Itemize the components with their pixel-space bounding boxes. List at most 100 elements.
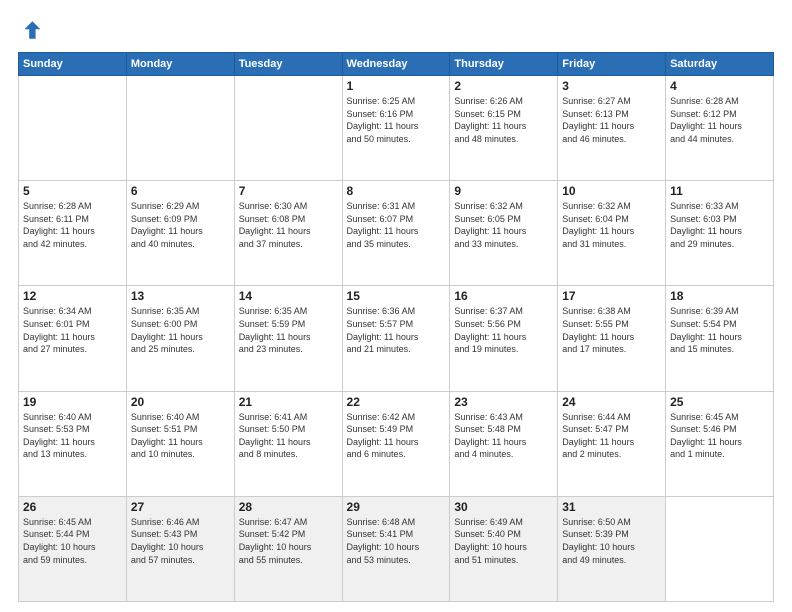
- day-number: 4: [670, 79, 769, 93]
- calendar-cell: 26 Sunrise: 6:45 AM Sunset: 5:44 PM Dayli…: [19, 496, 127, 601]
- calendar-cell: 23Sunrise: 6:43 AM Sunset: 5:48 PM Dayli…: [450, 391, 558, 496]
- calendar-cell: 16 Sunrise: 6:37 AM Sunset: 5:56 PM Dayli…: [450, 286, 558, 391]
- calendar-cell: 19 Sunrise: 6:40 AM Sunset: 5:53 PM Dayli…: [19, 391, 127, 496]
- day-info: Sunrise: 6:40 AM Sunset: 5:53 PM Dayligh…: [23, 411, 122, 461]
- day-number: 31: [562, 500, 661, 514]
- day-info: Sunrise: 6:50 AM Sunset: 5:39 PM Dayligh…: [562, 516, 661, 566]
- day-number: 7: [239, 184, 338, 198]
- day-number: 6: [131, 184, 230, 198]
- day-info: Sunrise: 6:39 AM Sunset: 5:54 PM Dayligh…: [670, 305, 769, 355]
- day-info: Sunrise: 6:40 AM Sunset: 5:51 PM Dayligh…: [131, 411, 230, 461]
- calendar-cell: 4 Sunrise: 6:28 AM Sunset: 6:12 PM Daylig…: [666, 76, 774, 181]
- calendar-cell: [234, 76, 342, 181]
- day-info: Sunrise: 6:29 AM Sunset: 6:09 PM Dayligh…: [131, 200, 230, 250]
- calendar-cell: 29Sunrise: 6:48 AM Sunset: 5:41 PM Dayli…: [342, 496, 450, 601]
- day-number: 12: [23, 289, 122, 303]
- day-header-sunday: Sunday: [19, 53, 127, 76]
- day-info: Sunrise: 6:38 AM Sunset: 5:55 PM Dayligh…: [562, 305, 661, 355]
- calendar-cell: 10 Sunrise: 6:32 AM Sunset: 6:04 PM Dayli…: [558, 181, 666, 286]
- day-number: 21: [239, 395, 338, 409]
- calendar-cell: 30 Sunrise: 6:49 AM Sunset: 5:40 PM Dayli…: [450, 496, 558, 601]
- calendar-cell: [666, 496, 774, 601]
- calendar-week-5: 26 Sunrise: 6:45 AM Sunset: 5:44 PM Dayli…: [19, 496, 774, 601]
- day-number: 1: [347, 79, 446, 93]
- header: [18, 18, 774, 42]
- calendar-cell: 17 Sunrise: 6:38 AM Sunset: 5:55 PM Dayli…: [558, 286, 666, 391]
- calendar-cell: 3Sunrise: 6:27 AM Sunset: 6:13 PM Daylig…: [558, 76, 666, 181]
- calendar-cell: 22Sunrise: 6:42 AM Sunset: 5:49 PM Dayli…: [342, 391, 450, 496]
- calendar-week-4: 19 Sunrise: 6:40 AM Sunset: 5:53 PM Dayli…: [19, 391, 774, 496]
- day-info: Sunrise: 6:48 AM Sunset: 5:41 PM Dayligh…: [347, 516, 446, 566]
- calendar-cell: 18 Sunrise: 6:39 AM Sunset: 5:54 PM Dayli…: [666, 286, 774, 391]
- day-info: Sunrise: 6:46 AM Sunset: 5:43 PM Dayligh…: [131, 516, 230, 566]
- calendar-cell: 21 Sunrise: 6:41 AM Sunset: 5:50 PM Dayli…: [234, 391, 342, 496]
- day-info: Sunrise: 6:35 AM Sunset: 6:00 PM Dayligh…: [131, 305, 230, 355]
- calendar-cell: [19, 76, 127, 181]
- day-info: Sunrise: 6:45 AM Sunset: 5:46 PM Dayligh…: [670, 411, 769, 461]
- day-info: Sunrise: 6:31 AM Sunset: 6:07 PM Dayligh…: [347, 200, 446, 250]
- day-header-friday: Friday: [558, 53, 666, 76]
- day-number: 19: [23, 395, 122, 409]
- day-number: 20: [131, 395, 230, 409]
- day-number: 11: [670, 184, 769, 198]
- day-header-wednesday: Wednesday: [342, 53, 450, 76]
- day-header-saturday: Saturday: [666, 53, 774, 76]
- calendar-cell: 13 Sunrise: 6:35 AM Sunset: 6:00 PM Dayli…: [126, 286, 234, 391]
- day-info: Sunrise: 6:25 AM Sunset: 6:16 PM Dayligh…: [347, 95, 446, 145]
- day-number: 3: [562, 79, 661, 93]
- day-number: 2: [454, 79, 553, 93]
- day-number: 15: [347, 289, 446, 303]
- calendar-page: SundayMondayTuesdayWednesdayThursdayFrid…: [0, 0, 792, 612]
- day-number: 13: [131, 289, 230, 303]
- calendar-cell: 6 Sunrise: 6:29 AM Sunset: 6:09 PM Daylig…: [126, 181, 234, 286]
- day-number: 17: [562, 289, 661, 303]
- day-info: Sunrise: 6:28 AM Sunset: 6:11 PM Dayligh…: [23, 200, 122, 250]
- day-info: Sunrise: 6:35 AM Sunset: 5:59 PM Dayligh…: [239, 305, 338, 355]
- calendar-cell: 24 Sunrise: 6:44 AM Sunset: 5:47 PM Dayli…: [558, 391, 666, 496]
- logo: [18, 18, 46, 42]
- calendar-week-2: 5 Sunrise: 6:28 AM Sunset: 6:11 PM Daylig…: [19, 181, 774, 286]
- calendar-cell: 5 Sunrise: 6:28 AM Sunset: 6:11 PM Daylig…: [19, 181, 127, 286]
- day-number: 26: [23, 500, 122, 514]
- day-info: Sunrise: 6:41 AM Sunset: 5:50 PM Dayligh…: [239, 411, 338, 461]
- day-info: Sunrise: 6:44 AM Sunset: 5:47 PM Dayligh…: [562, 411, 661, 461]
- day-number: 27: [131, 500, 230, 514]
- calendar-cell: 25Sunrise: 6:45 AM Sunset: 5:46 PM Dayli…: [666, 391, 774, 496]
- day-info: Sunrise: 6:32 AM Sunset: 6:05 PM Dayligh…: [454, 200, 553, 250]
- calendar-cell: 27 Sunrise: 6:46 AM Sunset: 5:43 PM Dayli…: [126, 496, 234, 601]
- day-number: 9: [454, 184, 553, 198]
- calendar-cell: 15 Sunrise: 6:36 AM Sunset: 5:57 PM Dayli…: [342, 286, 450, 391]
- calendar-cell: 20 Sunrise: 6:40 AM Sunset: 5:51 PM Dayli…: [126, 391, 234, 496]
- day-number: 30: [454, 500, 553, 514]
- day-number: 16: [454, 289, 553, 303]
- day-number: 22: [347, 395, 446, 409]
- day-info: Sunrise: 6:34 AM Sunset: 6:01 PM Dayligh…: [23, 305, 122, 355]
- day-header-thursday: Thursday: [450, 53, 558, 76]
- day-info: Sunrise: 6:49 AM Sunset: 5:40 PM Dayligh…: [454, 516, 553, 566]
- calendar-cell: 12 Sunrise: 6:34 AM Sunset: 6:01 PM Dayli…: [19, 286, 127, 391]
- day-info: Sunrise: 6:37 AM Sunset: 5:56 PM Dayligh…: [454, 305, 553, 355]
- calendar-cell: 14Sunrise: 6:35 AM Sunset: 5:59 PM Dayli…: [234, 286, 342, 391]
- calendar-cell: 7 Sunrise: 6:30 AM Sunset: 6:08 PM Daylig…: [234, 181, 342, 286]
- day-number: 10: [562, 184, 661, 198]
- day-header-monday: Monday: [126, 53, 234, 76]
- calendar-cell: 8Sunrise: 6:31 AM Sunset: 6:07 PM Daylig…: [342, 181, 450, 286]
- calendar-cell: 31 Sunrise: 6:50 AM Sunset: 5:39 PM Dayli…: [558, 496, 666, 601]
- calendar-cell: 9 Sunrise: 6:32 AM Sunset: 6:05 PM Daylig…: [450, 181, 558, 286]
- calendar-week-3: 12 Sunrise: 6:34 AM Sunset: 6:01 PM Dayli…: [19, 286, 774, 391]
- day-number: 5: [23, 184, 122, 198]
- day-number: 23: [454, 395, 553, 409]
- day-info: Sunrise: 6:30 AM Sunset: 6:08 PM Dayligh…: [239, 200, 338, 250]
- calendar-cell: 2Sunrise: 6:26 AM Sunset: 6:15 PM Daylig…: [450, 76, 558, 181]
- day-info: Sunrise: 6:32 AM Sunset: 6:04 PM Dayligh…: [562, 200, 661, 250]
- day-number: 24: [562, 395, 661, 409]
- day-number: 18: [670, 289, 769, 303]
- calendar-header-row: SundayMondayTuesdayWednesdayThursdayFrid…: [19, 53, 774, 76]
- calendar-week-1: 1 Sunrise: 6:25 AM Sunset: 6:16 PM Daylig…: [19, 76, 774, 181]
- day-info: Sunrise: 6:36 AM Sunset: 5:57 PM Dayligh…: [347, 305, 446, 355]
- day-info: Sunrise: 6:28 AM Sunset: 6:12 PM Dayligh…: [670, 95, 769, 145]
- day-info: Sunrise: 6:45 AM Sunset: 5:44 PM Dayligh…: [23, 516, 122, 566]
- calendar-cell: 1 Sunrise: 6:25 AM Sunset: 6:16 PM Daylig…: [342, 76, 450, 181]
- day-info: Sunrise: 6:33 AM Sunset: 6:03 PM Dayligh…: [670, 200, 769, 250]
- day-number: 28: [239, 500, 338, 514]
